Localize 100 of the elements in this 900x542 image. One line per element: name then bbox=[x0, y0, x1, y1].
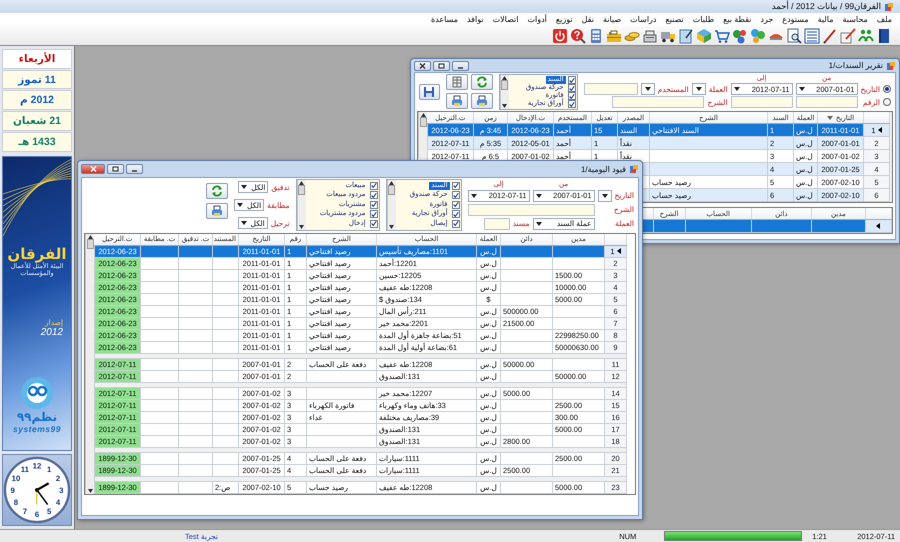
scrollbar[interactable] bbox=[418, 112, 427, 158]
menu-item[interactable]: مساعدة bbox=[430, 15, 458, 24]
menu-item[interactable]: صيانة bbox=[602, 15, 622, 24]
close-icon bbox=[419, 62, 426, 68]
app-icon bbox=[629, 164, 639, 174]
checkbox[interactable] bbox=[568, 84, 576, 92]
clock-numeral: 11 bbox=[20, 464, 29, 474]
menu-item[interactable]: توزيع bbox=[556, 15, 573, 24]
scrollbar[interactable] bbox=[296, 180, 306, 230]
clock-numeral: 8 bbox=[14, 498, 18, 508]
scrollbar[interactable] bbox=[386, 180, 396, 230]
scroll-down-icon[interactable] bbox=[299, 224, 304, 228]
app-icon bbox=[886, 60, 896, 70]
menu-item[interactable]: نوافذ bbox=[466, 15, 484, 24]
row-header[interactable] bbox=[865, 220, 892, 232]
print-button[interactable] bbox=[470, 93, 493, 109]
user-dropdown[interactable] bbox=[640, 83, 655, 95]
window-title: قيود اليومية/1 bbox=[580, 164, 626, 174]
refresh-button[interactable] bbox=[470, 74, 493, 90]
menu-item[interactable]: دراسات bbox=[630, 15, 656, 24]
save-button[interactable] bbox=[419, 84, 440, 100]
checkbox[interactable] bbox=[452, 191, 460, 200]
currency-dropdown[interactable] bbox=[692, 83, 706, 95]
date-label: 21 شعبان bbox=[2, 111, 72, 131]
close-button[interactable] bbox=[414, 60, 431, 70]
date-label: 1433 هـ bbox=[2, 132, 72, 152]
checkbox[interactable] bbox=[452, 182, 460, 190]
scrollbar[interactable] bbox=[85, 234, 94, 494]
delete-button[interactable] bbox=[446, 74, 468, 90]
caret-icon bbox=[798, 87, 805, 91]
checkbox[interactable] bbox=[452, 220, 460, 228]
print-button[interactable] bbox=[206, 203, 228, 219]
scrollbar[interactable] bbox=[500, 75, 509, 109]
minimize-button[interactable] bbox=[452, 60, 469, 70]
checkbox[interactable] bbox=[452, 200, 460, 209]
menu-item[interactable]: اتصالات bbox=[492, 15, 518, 24]
caret-icon bbox=[644, 87, 651, 91]
checkbox[interactable] bbox=[568, 76, 576, 84]
document-field[interactable] bbox=[484, 218, 510, 230]
checkbox[interactable] bbox=[370, 191, 378, 200]
menu-item[interactable]: نقل bbox=[582, 15, 594, 24]
refresh-button[interactable] bbox=[206, 183, 228, 199]
menu-item[interactable]: نقطة بيع bbox=[723, 15, 752, 24]
maximize-button[interactable] bbox=[107, 164, 124, 174]
book-icon[interactable] bbox=[876, 28, 892, 44]
checkbox[interactable] bbox=[568, 92, 576, 100]
scroll-down-icon[interactable] bbox=[88, 488, 92, 492]
clock-numeral: 2 bbox=[56, 474, 60, 483]
power-icon[interactable] bbox=[552, 28, 568, 44]
number-field[interactable] bbox=[796, 96, 858, 108]
notepad-icon[interactable] bbox=[678, 28, 694, 44]
date-mode-dropdown[interactable] bbox=[598, 190, 612, 202]
description-field[interactable] bbox=[612, 96, 704, 108]
radio-button[interactable] bbox=[883, 85, 891, 93]
user-field[interactable] bbox=[584, 83, 638, 95]
scroll-thumb[interactable] bbox=[501, 80, 508, 90]
scroll-thumb[interactable] bbox=[388, 185, 396, 195]
minimize-button[interactable] bbox=[126, 164, 143, 174]
menu-item[interactable]: جرد bbox=[760, 15, 774, 24]
cash-register-icon[interactable] bbox=[642, 28, 658, 44]
pen-icon[interactable] bbox=[822, 28, 838, 44]
clock-numeral: 9 bbox=[10, 486, 15, 495]
description-field[interactable] bbox=[468, 204, 595, 216]
checkbox[interactable] bbox=[568, 100, 576, 108]
checkbox[interactable] bbox=[452, 210, 460, 218]
pencil-icon[interactable] bbox=[840, 28, 856, 44]
circles-icon[interactable] bbox=[750, 28, 766, 44]
number-field[interactable] bbox=[730, 96, 793, 108]
maximize-button[interactable] bbox=[433, 60, 450, 70]
scroll-thumb[interactable] bbox=[420, 117, 426, 127]
clock-numeral: 12 bbox=[32, 462, 42, 471]
toolbox-icon[interactable] bbox=[606, 28, 622, 44]
print-button[interactable] bbox=[446, 93, 468, 109]
menu-item[interactable]: مستودع bbox=[782, 15, 809, 24]
checkbox[interactable] bbox=[370, 182, 378, 190]
checkbox[interactable] bbox=[370, 210, 378, 218]
calculator-icon[interactable] bbox=[588, 28, 604, 44]
scroll-thumb[interactable] bbox=[298, 185, 306, 195]
scroll-down-icon[interactable] bbox=[502, 104, 508, 108]
document-search-icon[interactable] bbox=[786, 28, 802, 44]
caret-icon bbox=[536, 222, 542, 226]
menu-item[interactable]: أدوات bbox=[528, 15, 547, 24]
window-title: تقرير السندات/1 bbox=[828, 61, 883, 70]
cart-icon[interactable] bbox=[714, 28, 730, 44]
hour-hand bbox=[36, 482, 50, 491]
help-icon[interactable] bbox=[570, 28, 586, 44]
date-label: 2012 م bbox=[2, 90, 72, 110]
checkbox[interactable] bbox=[370, 200, 378, 209]
menu-item[interactable]: طلبات bbox=[692, 15, 714, 24]
radio-button[interactable] bbox=[883, 98, 891, 106]
menu-item[interactable]: ملف bbox=[876, 15, 892, 24]
app-title: الفرقان99 / بيانات 2012 / أحمد bbox=[772, 1, 881, 12]
close-button[interactable] bbox=[81, 164, 105, 174]
scroll-thumb[interactable] bbox=[86, 238, 94, 248]
menu-item[interactable]: مالية bbox=[818, 15, 834, 24]
list-icon[interactable] bbox=[804, 28, 820, 44]
menu-item[interactable]: تصنيع bbox=[665, 15, 684, 24]
checkbox[interactable] bbox=[370, 220, 378, 228]
menu-item[interactable]: محاسبة bbox=[842, 15, 868, 24]
scroll-down-icon[interactable] bbox=[389, 224, 394, 228]
